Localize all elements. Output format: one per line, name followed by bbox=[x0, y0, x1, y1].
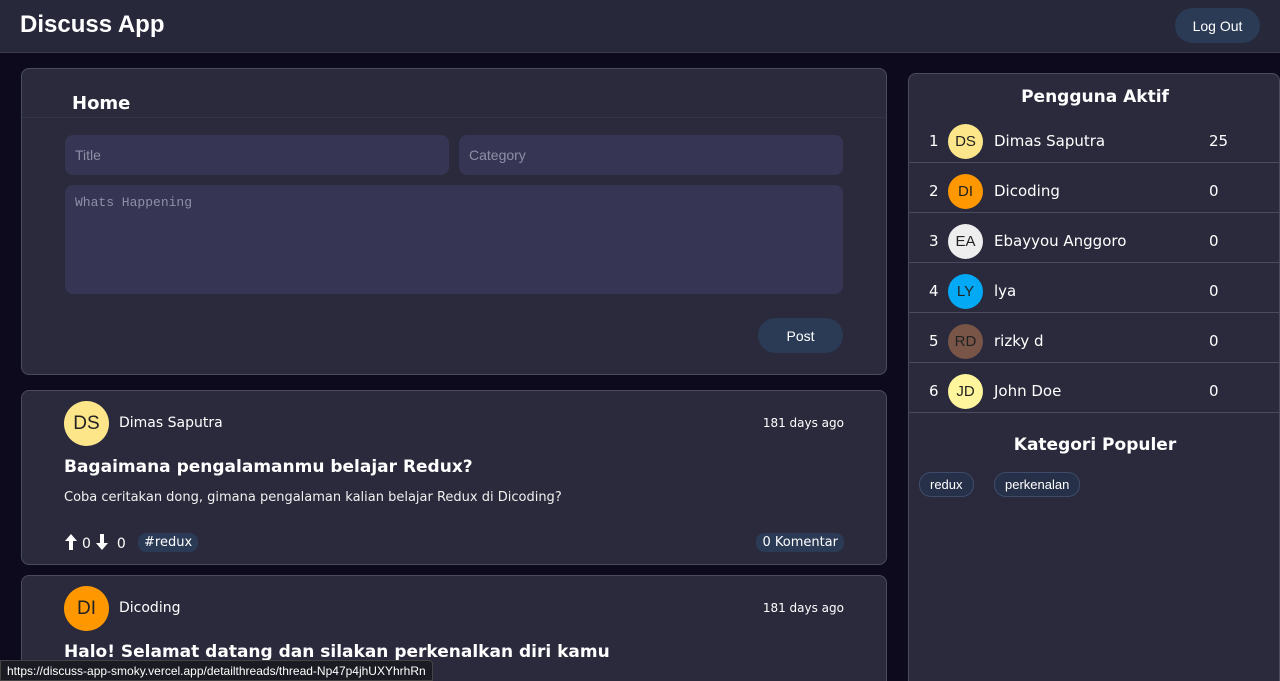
avatar: LY bbox=[948, 274, 983, 309]
leaderboard-row: 2 DI Dicoding 0 bbox=[909, 163, 1280, 213]
thread-title[interactable]: Bagaimana pengalamanmu belajar Redux? bbox=[64, 457, 473, 477]
rank: 2 bbox=[929, 182, 939, 200]
rank: 5 bbox=[929, 332, 939, 350]
thread-author: Dicoding bbox=[119, 600, 181, 616]
user-score: 25 bbox=[1209, 132, 1229, 150]
category-input[interactable] bbox=[459, 135, 843, 175]
thread-body: Coba ceritakan dong, gimana pengalaman k… bbox=[64, 490, 562, 505]
vote-controls: 0 0 bbox=[64, 533, 126, 555]
user-name: lya bbox=[994, 282, 1017, 300]
post-button[interactable]: Post bbox=[758, 318, 843, 353]
upvote-count: 0 bbox=[82, 536, 91, 552]
user-name: rizky d bbox=[994, 332, 1044, 350]
thread-time: 181 days ago bbox=[762, 601, 844, 615]
avatar: RD bbox=[948, 324, 983, 359]
category-chip[interactable]: perkenalan bbox=[994, 472, 1081, 497]
status-url: https://discuss-app-smoky.vercel.app/det… bbox=[0, 660, 433, 681]
thread-title[interactable]: Halo! Selamat datang dan silakan perkena… bbox=[64, 642, 610, 662]
rank: 3 bbox=[929, 232, 939, 250]
avatar: DI bbox=[64, 586, 109, 631]
downvote-icon[interactable] bbox=[95, 533, 109, 555]
rank: 6 bbox=[929, 382, 939, 400]
top-bar: Discuss App Log Out bbox=[0, 0, 1280, 53]
body-textarea[interactable] bbox=[65, 185, 843, 294]
leaderboard-title: Pengguna Aktif bbox=[1021, 87, 1169, 107]
user-score: 0 bbox=[1209, 232, 1219, 250]
upvote-icon[interactable] bbox=[64, 533, 78, 555]
avatar: DS bbox=[64, 401, 109, 446]
leaderboard-row: 3 EA Ebayyou Anggoro 0 bbox=[909, 213, 1280, 263]
avatar: JD bbox=[948, 374, 983, 409]
leaderboard-row: 4 LY lya 0 bbox=[909, 263, 1280, 313]
comment-count-badge: 0 Komentar bbox=[756, 533, 844, 552]
user-score: 0 bbox=[1209, 382, 1219, 400]
user-name: Dimas Saputra bbox=[994, 132, 1106, 150]
thread-time: 181 days ago bbox=[762, 416, 844, 430]
leaderboard-row: 6 JD John Doe 0 bbox=[909, 363, 1280, 413]
app-title[interactable]: Discuss App bbox=[20, 11, 164, 39]
title-input[interactable] bbox=[65, 135, 449, 175]
rank: 4 bbox=[929, 282, 939, 300]
user-name: Ebayyou Anggoro bbox=[994, 232, 1127, 250]
avatar: DI bbox=[948, 174, 983, 209]
user-score: 0 bbox=[1209, 332, 1219, 350]
new-thread-form: Home Post bbox=[21, 68, 887, 375]
user-score: 0 bbox=[1209, 282, 1219, 300]
user-name: Dicoding bbox=[994, 182, 1060, 200]
user-score: 0 bbox=[1209, 182, 1219, 200]
category-chip[interactable]: redux bbox=[919, 472, 974, 497]
page-title: Home bbox=[72, 93, 131, 114]
thread-author: Dimas Saputra bbox=[119, 415, 223, 431]
sidebar: Pengguna Aktif 1 DS Dimas Saputra 25 2 D… bbox=[908, 73, 1280, 681]
avatar: DS bbox=[948, 124, 983, 159]
category-tag[interactable]: #redux bbox=[138, 533, 199, 552]
thread-card[interactable]: DS Dimas Saputra 181 days ago Bagaimana … bbox=[21, 390, 887, 565]
leaderboard-row: 1 DS Dimas Saputra 25 bbox=[909, 113, 1280, 163]
downvote-count: 0 bbox=[116, 536, 126, 552]
user-name: John Doe bbox=[994, 382, 1062, 400]
logout-button[interactable]: Log Out bbox=[1175, 8, 1260, 43]
rank: 1 bbox=[929, 132, 939, 150]
avatar: EA bbox=[948, 224, 983, 259]
divider bbox=[22, 117, 886, 118]
categories-title: Kategori Populer bbox=[1013, 435, 1177, 455]
leaderboard-row: 5 RD rizky d 0 bbox=[909, 313, 1280, 363]
